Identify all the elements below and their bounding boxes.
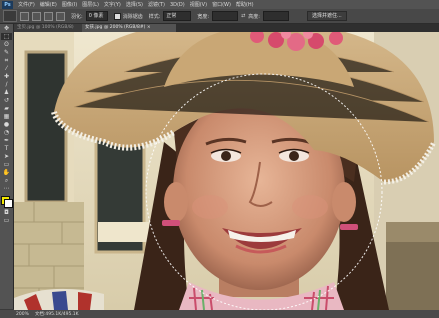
menu-3d[interactable]: 3D(D)	[170, 2, 185, 8]
dodge-tool-icon[interactable]: ◔	[1, 129, 12, 136]
feather-input[interactable]: 0 像素	[85, 11, 108, 21]
menu-window[interactable]: 窗口(W)	[212, 1, 231, 8]
menu-file[interactable]: 文件(F)	[18, 1, 35, 8]
menu-select[interactable]: 选择(S)	[126, 1, 143, 8]
history-brush-tool-icon[interactable]: ↺	[1, 97, 12, 104]
tools-panel: ✥ ⬚ ʘ ✎ ⌗ ⁄ ✚ ∕ ♟ ↺ ▰ ▦ ● ◔ ✒ T ➤ ▭ ✋ ⌕ ⋯ ◘ ▭	[0, 24, 14, 309]
height-label: 高度:	[248, 13, 260, 20]
options-bar: 羽化: 0 像素 消除锯齿 样式: 正常 宽度: ⇄ 高度: 选择并遮住...	[0, 9, 439, 24]
tab-document-1[interactable]: 宝贝.jpg @ 100% (RGB/8)	[14, 24, 86, 32]
antialias-label: 消除锯齿	[122, 13, 143, 20]
shape-tool-icon[interactable]: ▭	[1, 161, 12, 168]
subtract-selection-icon[interactable]	[44, 11, 53, 21]
screen-mode-icon[interactable]: ▭	[1, 217, 12, 224]
document-canvas[interactable]	[14, 32, 439, 310]
quick-select-tool-icon[interactable]: ✎	[1, 49, 12, 56]
type-tool-icon[interactable]: T	[1, 145, 12, 152]
menu-layer[interactable]: 图层(L)	[82, 1, 99, 8]
crop-tool-icon[interactable]: ⌗	[1, 57, 12, 64]
hand-tool-icon[interactable]: ✋	[1, 169, 12, 176]
color-swatches	[0, 196, 13, 208]
new-selection-icon[interactable]	[20, 11, 29, 21]
quick-mask-icon[interactable]: ◘	[1, 209, 12, 216]
lasso-tool-icon[interactable]: ʘ	[1, 41, 12, 48]
menu-edit[interactable]: 编辑(E)	[40, 1, 57, 8]
eraser-tool-icon[interactable]: ▰	[1, 105, 12, 112]
antialias-checkbox[interactable]	[113, 12, 121, 20]
intersect-selection-icon[interactable]	[56, 11, 65, 21]
swap-icon[interactable]: ⇄	[241, 13, 245, 19]
stamp-tool-icon[interactable]: ♟	[1, 89, 12, 96]
photoshop-logo[interactable]: Ps	[2, 0, 13, 9]
status-bar: 200% 文档:495.1K/495.1K	[0, 310, 439, 318]
more-tools-icon[interactable]: ⋯	[1, 185, 12, 192]
height-input[interactable]	[262, 11, 289, 21]
menu-type[interactable]: 文字(Y)	[104, 1, 121, 8]
tool-preset-picker[interactable]	[3, 10, 17, 22]
brush-tool-icon[interactable]: ∕	[1, 81, 12, 88]
background-color-swatch[interactable]	[4, 199, 13, 208]
zoom-tool-icon[interactable]: ⌕	[1, 177, 12, 184]
path-select-tool-icon[interactable]: ➤	[1, 153, 12, 160]
move-tool-icon[interactable]: ✥	[1, 25, 12, 32]
marquee-tool-icon[interactable]: ⬚	[1, 33, 12, 40]
style-select[interactable]: 正常	[163, 11, 192, 21]
photo-girl-with-straw-hat	[14, 32, 439, 310]
style-label: 样式:	[148, 13, 161, 20]
add-selection-icon[interactable]	[32, 11, 41, 21]
width-label: 宽度:	[197, 13, 210, 20]
document-tabs: 宝贝.jpg @ 100% (RGB/8) 女孩.jpg @ 200% (RGB…	[14, 24, 439, 32]
tab-document-2[interactable]: 女孩.jpg @ 200% (RGB/8#) ×	[82, 24, 176, 32]
width-input[interactable]	[212, 11, 239, 21]
document-size: 文档:495.1K/495.1K	[34, 312, 79, 317]
feather-label: 羽化:	[71, 13, 83, 20]
menu-filter[interactable]: 滤镜(T)	[148, 1, 165, 8]
menu-help[interactable]: 帮助(H)	[236, 1, 254, 8]
menu-image[interactable]: 图像(I)	[62, 1, 77, 8]
pen-tool-icon[interactable]: ✒	[1, 137, 12, 144]
zoom-level[interactable]: 200%	[16, 312, 29, 317]
gradient-tool-icon[interactable]: ▦	[1, 113, 12, 120]
menu-view[interactable]: 视图(V)	[190, 1, 207, 8]
blur-tool-icon[interactable]: ●	[1, 121, 12, 128]
select-and-mask-button[interactable]: 选择并遮住...	[306, 11, 347, 21]
eyedropper-tool-icon[interactable]: ⁄	[1, 65, 12, 72]
healing-tool-icon[interactable]: ✚	[1, 73, 12, 80]
menu-bar: Ps 文件(F) 编辑(E) 图像(I) 图层(L) 文字(Y) 选择(S) 滤…	[0, 0, 439, 9]
